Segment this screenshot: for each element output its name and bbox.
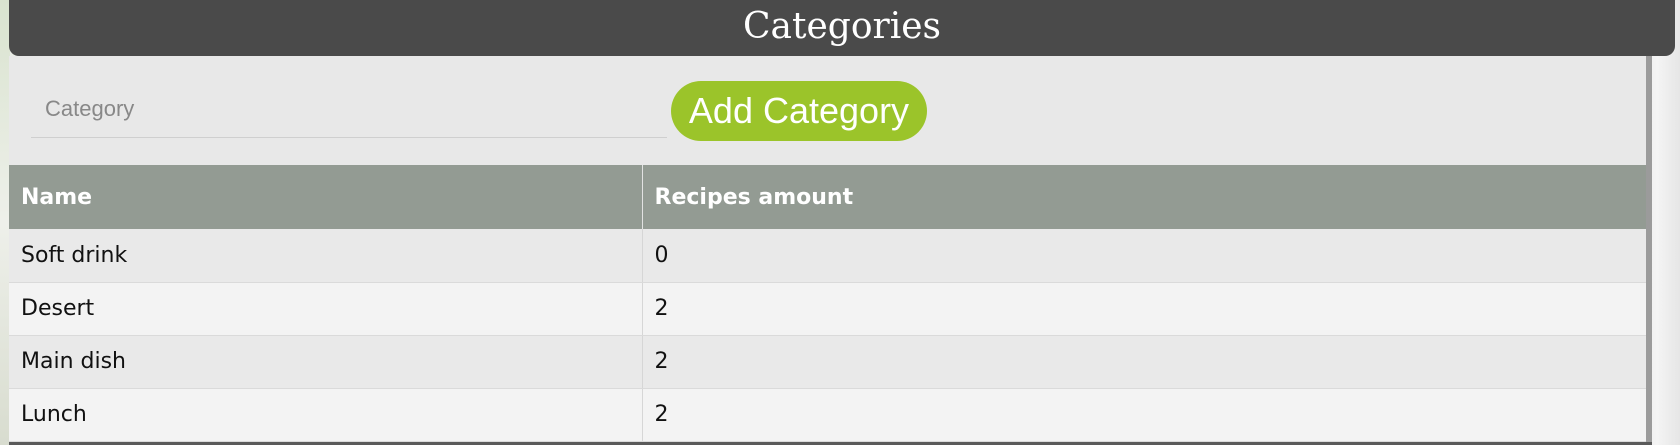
panel-content: Add Category Name Recipes amount Soft dr… [9,56,1652,445]
categories-table: Name Recipes amount Soft drink 0 Desert … [9,165,1646,442]
table-row[interactable]: Lunch 2 [9,388,1646,442]
table-header-row: Name Recipes amount [9,165,1646,229]
column-header-name[interactable]: Name [9,165,642,229]
cell-name: Desert [9,282,642,336]
categories-panel: Categories Add Category Name Recipes amo… [9,0,1675,445]
page-title: Categories [743,5,941,47]
cell-recipes-amount: 0 [641,229,1646,283]
add-category-button[interactable]: Add Category [671,81,927,141]
table-row[interactable]: Main dish 2 [9,335,1646,389]
cell-name: Lunch [9,388,642,442]
table-row[interactable]: Desert 2 [9,282,1646,336]
cell-name: Main dish [9,335,642,389]
cell-recipes-amount: 2 [641,388,1646,442]
category-input[interactable] [31,80,667,138]
cell-name: Soft drink [9,229,642,283]
cell-recipes-amount: 2 [641,282,1646,336]
cell-recipes-amount: 2 [641,335,1646,389]
page-header: Categories [9,0,1675,56]
column-header-recipes-amount[interactable]: Recipes amount [641,165,1646,229]
table-row[interactable]: Soft drink 0 [9,229,1646,283]
add-category-form: Add Category [9,56,1646,166]
